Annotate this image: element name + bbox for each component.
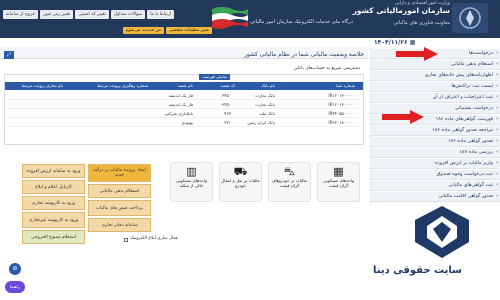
tile-luxury-cars[interactable]: ⛍ مالیات بر خودروهای گران قیمت [268, 162, 311, 202]
accessibility-icon[interactable]: ⊘ [9, 263, 21, 275]
bank-accounts-note: دسترسی سریع به حساب‌های بانکی [293, 66, 360, 71]
arrow-annotation-2 [382, 110, 424, 124]
fullscreen-button[interactable]: ⤢ [4, 51, 14, 59]
car-transfer-icon: ⛟ [233, 165, 248, 178]
tile-vehicle-transfer[interactable]: ⛟ مالیات بر نقل و انتقال خودرو [219, 162, 262, 202]
commercial-workspace-button[interactable]: ورود به کارپوشه تجاری [22, 196, 85, 210]
calendar-icon: ▦ [409, 39, 416, 46]
tile-label: واحدهای مسکونی خالی از سکنه [175, 178, 208, 188]
vat-system-login-button[interactable]: ورود به سامانه ارزش افزوده [22, 164, 85, 178]
cell-branch-name: بهبودی [181, 120, 193, 125]
sidebar-item-residency-certificate[interactable]: صدور گواهی اقامت مالیاتی [370, 192, 500, 202]
sidebar-item-review-187[interactable]: بررسی ماده ۱۸۷ [370, 148, 500, 158]
tax-debt-inquiry-button[interactable]: استعلام بدهی مالیاتی [88, 184, 151, 198]
org-title: سازمان امورمالیاتی کشور [352, 6, 450, 15]
page-title: خلاصه وضعیت مالیاتی شما در نظام مالیاتی … [244, 52, 364, 58]
cell-branch-code: ۴۶۷ [224, 111, 231, 116]
change-security-code-button[interactable]: تغییر کد امنیتی [75, 10, 109, 19]
user-link-new[interactable]: من جدیدت می‌شوم [123, 27, 165, 34]
column-header: شماره شبا [336, 83, 355, 88]
sidebar-item-certificate-referral[interactable]: مراجعه صدور گواهی ماده ۱۸۶ [370, 126, 500, 136]
cell-branch-name: بانکداری شرکتی [164, 111, 193, 116]
sidebar-item-tax-certificates[interactable]: ثبت گواهی‌های مالیاتی [370, 181, 500, 191]
cell-branch-code: ۳۴۵۰ [222, 93, 231, 98]
e-notice-label: فعال سازی ابلاغ الکترونیک [130, 236, 178, 241]
table-row: IR۱۲۰۱۳۰۰۰۰۰ بانک تجارت ۳۴۵۰ فاز یک اندی… [5, 92, 363, 100]
tile-vacant-housing[interactable]: ▥ واحدهای مسکونی خالی از سکنه [170, 162, 213, 202]
column-header: نام بانک [261, 83, 275, 88]
cell-bank: بانک تجارت [255, 102, 275, 107]
tile-label: مالیات بر نقل و انتقال خودرو [221, 178, 260, 188]
e-notice-checkbox[interactable] [124, 238, 128, 242]
sidebar-item-declarations[interactable]: اظهارنامه‌های پیش خانه‌های تجاری [370, 71, 500, 81]
cell-branch-name: فاز یک اندیشه [168, 102, 193, 107]
cell-bank: بانک ملت [258, 111, 275, 116]
table-row: IR۱۲۰۱۳۰۰۰۰۰ بانک تجارت ۳۴۵۰ فاز یک اندی… [5, 101, 363, 109]
cell-bank: بانک تجارت [255, 93, 275, 98]
site-logo-text: سایت حقوقی دینا [373, 265, 462, 276]
buildings-icon: ▥ [186, 165, 197, 178]
cell-bank: بانک ایران زمین [247, 120, 275, 125]
flag-icon [212, 7, 248, 29]
arrow-annotation-1 [396, 47, 438, 61]
sidebar-item-vat-payment[interactable]: واریز مالیات بر ارزش افزوده [370, 159, 500, 169]
cell-branch-code: ۲۳۱ [224, 120, 231, 125]
sidebar-item-debt-inquiry[interactable]: استعلام بدهی مالیاتی [370, 60, 500, 70]
portal-title: درگاه ملی خدمات الکترونیک سازمان امور ما… [250, 19, 353, 25]
faq-button[interactable]: سوالات متداول [110, 10, 146, 19]
bank-accounts-table-header: شماره شبا نام بانک کد شعبه نام شعبه شمار… [5, 82, 363, 90]
cell-iban: IR۴۴۰۵۵۰۰۰۰۰ [328, 111, 355, 116]
building-icon: ▦ [333, 165, 344, 178]
car-icon: ⛍ [283, 165, 296, 178]
page: وزارت امور اقتصادی و دارایی سازمان امورم… [0, 0, 500, 300]
sidebar-item-fund-request[interactable]: ثبت درخواست وجوه صندوق [370, 170, 500, 180]
logout-button[interactable]: خروج از سامانه [3, 10, 39, 19]
column-header: نام تجاری پرونده مرتبط [21, 83, 64, 88]
tile-luxury-housing[interactable]: ▦ واحدهای مسکونی گران قیمت [317, 162, 360, 202]
user-link-settings[interactable]: تغییر تنظیمات شخصی [166, 27, 212, 34]
non-commercial-workspace-button[interactable]: ورود به کارپوشه غیرتجاری [22, 212, 85, 228]
cell-branch-name: فاز یک اندیشه [168, 93, 193, 98]
column-header: نام شعبه [177, 83, 193, 88]
tile-label: واحدهای مسکونی گران قیمت [322, 178, 355, 188]
sidebar-item-transactions[interactable]: لیست ثبت تراکنش‌ها [370, 82, 500, 92]
org-subtitle: معاونت فناوری های مالیاتی [393, 20, 450, 26]
change-password-button[interactable]: تغییر رمز عبور [40, 10, 74, 19]
commercial-books-system-button[interactable]: سامانه دفاتر تجاری [88, 218, 151, 232]
header-actions: خروج از سامانه تغییر رمز عبور تغییر کد ا… [3, 10, 175, 19]
table-row: IR۳۳۰۱۸۰۰۰۰۰ بانک ایران زمین ۲۳۱ بهبودی [5, 119, 363, 127]
sidebar-item-issue-certificate[interactable]: صدور گواهی ماده ۱۸۶ [370, 137, 500, 147]
emblem-icon [452, 3, 488, 33]
column-header: کد شعبه [220, 83, 235, 88]
help-button[interactable]: راهنما [5, 281, 25, 293]
table-row: IR۴۴۰۵۵۰۰۰۰۰ بانک ملت ۴۶۷ بانکداری شرکتی [5, 110, 363, 118]
contact-button[interactable]: ارتباط با ما [147, 10, 175, 19]
cell-iban: IR۱۲۰۱۳۰۰۰۰۰ [328, 93, 355, 98]
pay-tax-bills-button[interactable]: پرداخت قبض های مالیات [88, 200, 151, 216]
user-links: من جدیدت می‌شوم تغییر تنظیمات شخصی [123, 27, 212, 34]
tile-label: مالیات بر خودروهای گران قیمت [272, 178, 307, 188]
cell-iban: IR۳۳۰۱۸۰۰۰۰۰ [328, 120, 355, 125]
cell-iban: IR۱۲۰۱۳۰۰۰۰۰ [328, 102, 355, 107]
column-header: شماره رهگیری پرونده مرتبط [97, 83, 148, 88]
exit-ban-inquiry-button[interactable]: استعلام ممنوع الخروجی [22, 230, 85, 244]
date-text: ۱۴۰۴/۱۱/۲۶ [374, 39, 408, 46]
site-logo-icon [415, 206, 469, 258]
sidebar-item-objections[interactable]: ثبت اعتراضات و اعتراف از آن [370, 93, 500, 103]
show-full-list-button[interactable]: نمایش فهرست کامل [199, 74, 230, 85]
new-income-tax-file-button[interactable]: ایجاد پرونده مالیات بر درآمد جدید [88, 164, 151, 182]
notices-inbox-button[interactable]: کارتابل اعلام و ابلاغ [22, 180, 85, 194]
cell-branch-code: ۳۴۵۰ [222, 102, 231, 107]
